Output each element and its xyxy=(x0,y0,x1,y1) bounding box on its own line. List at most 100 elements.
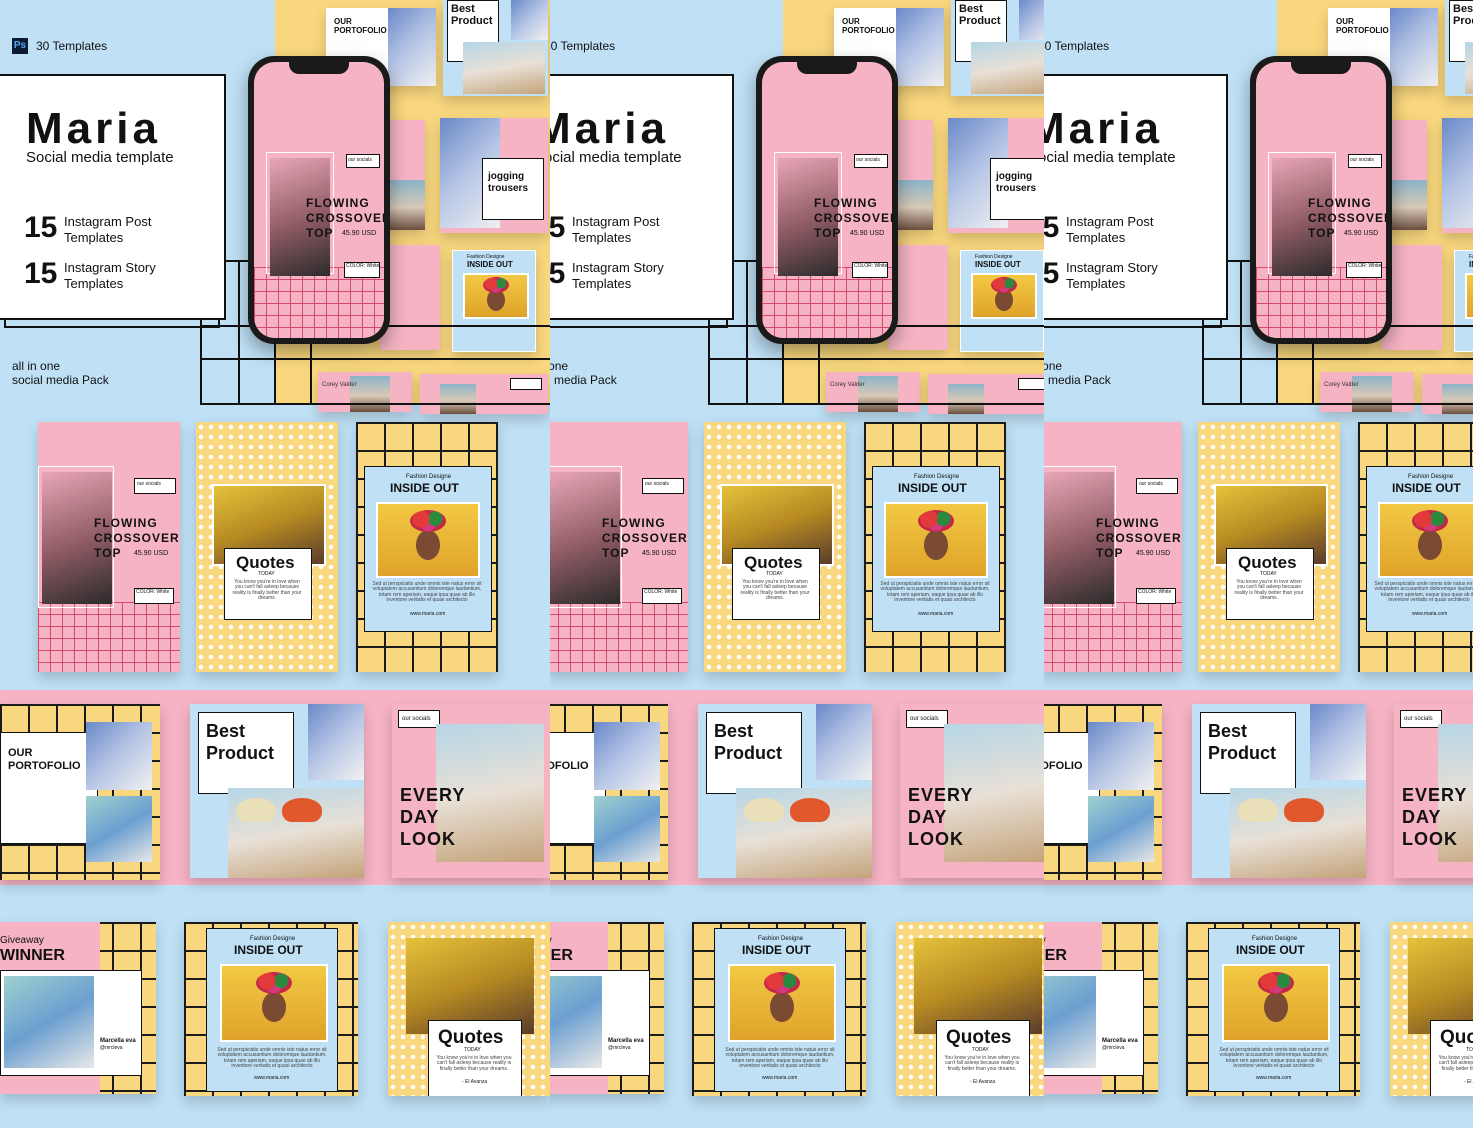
photo xyxy=(1442,384,1473,414)
beanie xyxy=(1238,798,1278,822)
face xyxy=(416,530,440,560)
card-text: CROSSOVER xyxy=(602,531,688,545)
card-text: Marcella eva xyxy=(608,1038,644,1044)
tile xyxy=(1387,120,1427,230)
phone-screen: FLOWING CROSSOVER TOP 45.90 USD our soci… xyxy=(762,62,892,338)
card-text: FLOWING xyxy=(1308,196,1372,210)
photo xyxy=(884,502,988,578)
card-text: COLOR: White xyxy=(854,263,888,269)
post-best-product: Best Product xyxy=(698,704,872,878)
pack-text: social media Pack xyxy=(550,373,617,387)
card-text: Marcella eva xyxy=(100,1038,136,1044)
card-text: Sed ut perspiciatis unde omnis iste natu… xyxy=(725,1047,835,1069)
hero-title: Maria xyxy=(1044,104,1163,153)
card-text: INSIDE OUT xyxy=(390,481,459,495)
post-portfolio: OUR PORTOFOLIO xyxy=(1044,704,1162,880)
best-product-tile: Best Product xyxy=(951,0,1056,96)
post-best-product: Best Product xyxy=(190,704,364,878)
phone-notch xyxy=(289,62,349,74)
post-best-product: Best Product xyxy=(1192,704,1366,878)
card-text: COLOR: White xyxy=(1348,263,1382,269)
card-text: Sed ut perspiciatis unde omnis iste natu… xyxy=(880,581,990,603)
inside-out-tile: Fashion Designe INSIDE OUT xyxy=(960,250,1044,352)
card-text: WINNER xyxy=(1044,947,1067,964)
card-text: FLOWING xyxy=(602,516,666,530)
card-text: TOP xyxy=(306,226,334,240)
photo xyxy=(511,0,548,40)
post-portfolio: OUR PORTOFOLIO xyxy=(550,704,668,880)
card-text: - El Avanza xyxy=(462,1079,488,1085)
card-text: Fashion Designe xyxy=(914,474,960,480)
card-text: TODAY xyxy=(464,1047,481,1053)
photo xyxy=(1088,796,1154,862)
template-count: 30 Templates xyxy=(550,39,616,53)
card-text: Best xyxy=(1208,721,1248,741)
grid-line xyxy=(1202,358,1473,360)
story-flowing: FLOWING CROSSOVER TOP 45.90 USD our soci… xyxy=(38,422,180,672)
photoshop-icon: Ps xyxy=(12,38,28,54)
card-text: You know you're in love when you can't f… xyxy=(1438,1055,1473,1072)
photo xyxy=(1088,722,1154,790)
hero-title: Maria xyxy=(550,104,669,153)
card-text: TOP xyxy=(94,546,122,560)
card-text: Quotes xyxy=(744,553,803,572)
photo xyxy=(971,42,1053,94)
tile-text: Product xyxy=(1453,15,1473,27)
post-label: Templates xyxy=(64,230,124,245)
tile-text: INSIDE OUT xyxy=(1469,260,1473,269)
pack-text: all in one xyxy=(550,359,569,373)
best-product-tile: Best Product xyxy=(1445,0,1473,96)
card-text: INSIDE OUT xyxy=(742,943,811,957)
tile-text: PORTOFOLIO xyxy=(842,26,895,35)
card-text: CROSSOVER xyxy=(1308,211,1386,225)
story-count: 15 xyxy=(1044,257,1060,290)
tile xyxy=(385,120,425,230)
beanie xyxy=(744,798,784,822)
post-quotes: Quotes TODAY You know you're in love whe… xyxy=(896,922,1058,1096)
card-text: www.maria.com xyxy=(254,1075,290,1081)
card-text: FLOWING xyxy=(94,516,158,530)
face xyxy=(1264,992,1288,1022)
card-text: Product xyxy=(1208,743,1277,763)
card-text: COLOR: White xyxy=(136,589,170,595)
photo xyxy=(376,502,480,578)
tile-text: Product xyxy=(959,15,1001,27)
card-text: TODAY xyxy=(766,571,783,577)
card-text: our socials xyxy=(1404,716,1433,722)
card-text: TODAY xyxy=(1260,571,1277,577)
photo xyxy=(1387,180,1427,230)
post-inside-out: Fashion Designe INSIDE OUT Sed ut perspi… xyxy=(184,922,358,1096)
preview-panel-2: OUR PORTOFOLIO Best Product jogging trou… xyxy=(550,0,1100,1128)
card-text: www.maria.com xyxy=(918,611,954,617)
card-text: PORTOFOLIO xyxy=(8,760,81,772)
card-text: INSIDE OUT xyxy=(234,943,303,957)
grid-line xyxy=(238,260,240,405)
card-text: You know you're in love when you can't f… xyxy=(944,1055,1020,1072)
post-count: 15 xyxy=(1044,211,1060,244)
photo xyxy=(220,964,328,1042)
tile-text: Best xyxy=(451,3,475,15)
card-text: TOP xyxy=(1096,546,1124,560)
photo xyxy=(228,788,364,878)
photo xyxy=(896,8,944,86)
card-text: Sed ut perspiciatis unde omnis iste natu… xyxy=(1374,581,1473,603)
photo xyxy=(1442,118,1473,228)
card-text: our socials xyxy=(910,716,939,722)
story-count: 15 xyxy=(550,257,566,290)
post-label: Instagram Post xyxy=(572,214,660,229)
photo xyxy=(1222,964,1330,1042)
post-label: Instagram Post xyxy=(1066,214,1154,229)
card-text: Quotes xyxy=(946,1027,1012,1048)
card-text: TOP xyxy=(814,226,842,240)
jogging-tile: jogging trousers xyxy=(1442,118,1473,233)
story-flowing: FLOWING CROSSOVER TOP 45.90 USD our soci… xyxy=(1044,422,1182,672)
phone-mockup: FLOWING CROSSOVER TOP 45.90 USD our soci… xyxy=(248,56,390,344)
story-label: Templates xyxy=(572,276,632,291)
card-text: FLOWING xyxy=(1096,516,1160,530)
card-text: Quotes xyxy=(438,1027,504,1048)
flowers xyxy=(1412,510,1448,532)
phone-mockup: FLOWING CROSSOVER TOP 45.90 USD our soci… xyxy=(1250,56,1392,344)
card-text: our socials xyxy=(856,157,880,163)
hero-subtitle: Social media template xyxy=(550,149,682,166)
post-winner: Giveaway WINNER Marcella eva @mrcleva xyxy=(550,922,664,1094)
